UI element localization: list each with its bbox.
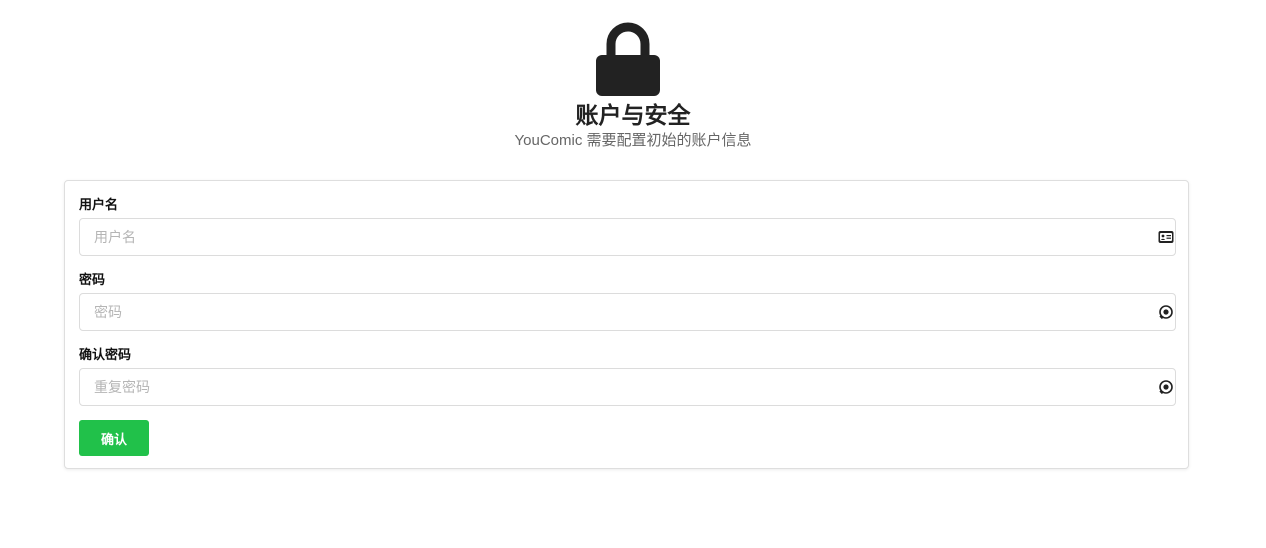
password-label: 密码 bbox=[79, 272, 106, 287]
password-eye-icon[interactable] bbox=[1158, 379, 1174, 395]
confirm-password-label: 确认密码 bbox=[79, 347, 132, 362]
password-input[interactable] bbox=[79, 293, 1176, 331]
id-card-icon bbox=[1158, 231, 1174, 243]
username-input[interactable] bbox=[79, 218, 1176, 256]
page-subtitle: YouComic 需要配置初始的账户信息 bbox=[514, 132, 752, 149]
confirm-password-input[interactable] bbox=[79, 368, 1176, 406]
page-title: 账户与安全 bbox=[575, 102, 691, 128]
password-eye-icon[interactable] bbox=[1158, 304, 1174, 320]
account-setup-form: 用户名 密码 确认密码 确认 bbox=[64, 180, 1189, 469]
username-label: 用户名 bbox=[79, 197, 119, 212]
confirm-button[interactable]: 确认 bbox=[79, 420, 149, 456]
lock-icon bbox=[596, 22, 660, 96]
